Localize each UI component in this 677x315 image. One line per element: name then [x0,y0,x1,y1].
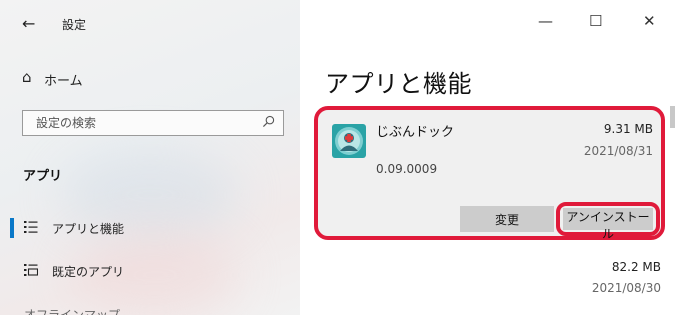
uninstall-button[interactable]: アンインストール [563,208,653,241]
uninstall-highlight: アンインストール [556,202,660,241]
back-arrow-icon[interactable]: ← [22,14,35,33]
sidebar-item-partial[interactable]: オフラインマップ [24,306,120,315]
home-nav-label[interactable]: ホーム [44,70,83,89]
close-button[interactable]: ✕ [643,12,656,30]
app-name: じぶんドック [376,125,455,140]
scrollbar-thumb[interactable] [670,106,675,128]
sidebar-item-apps-features[interactable]: アプリと機能 [0,213,300,243]
search-icon[interactable] [262,115,275,128]
doctor-icon [335,127,363,155]
sidebar-item-label: 既定のアプリ [52,265,125,279]
modify-button[interactable]: 変更 [460,206,554,232]
page-title: アプリと機能 [325,70,472,98]
default-apps-icon [24,264,38,276]
app-size: 9.31 MB [603,122,653,136]
main-content: — ☐ ✕ アプリと機能 じぶんドック 9.31 MB 2021/08/31 0… [300,0,677,315]
search-box[interactable] [22,110,284,136]
maximize-button[interactable]: ☐ [589,12,602,30]
app-size: 82.2 MB [611,260,661,274]
selected-indicator [10,218,14,238]
section-title-apps: アプリ [23,169,63,184]
app-icon [332,124,366,158]
app-version: 0.09.0009 [376,162,438,176]
app-list-item-selected[interactable]: じぶんドック 9.31 MB 2021/08/31 0.09.0009 変更 ア… [314,106,665,241]
app-install-date: 2021/08/30 [591,281,661,295]
sidebar-item-label: アプリと機能 [52,222,125,236]
app-install-date: 2021/08/31 [583,144,653,158]
home-icon[interactable]: ⌂ [22,68,32,86]
window-title: 設定 [62,18,87,32]
search-input[interactable] [23,111,266,135]
list-icon [24,221,38,233]
settings-window: ← 設定 ⌂ ホーム アプリ アプリと機能 [0,0,677,315]
sidebar-item-default-apps[interactable]: 既定のアプリ [0,256,300,286]
minimize-button[interactable]: — [538,12,553,30]
sidebar: ← 設定 ⌂ ホーム アプリ アプリと機能 [0,0,300,315]
